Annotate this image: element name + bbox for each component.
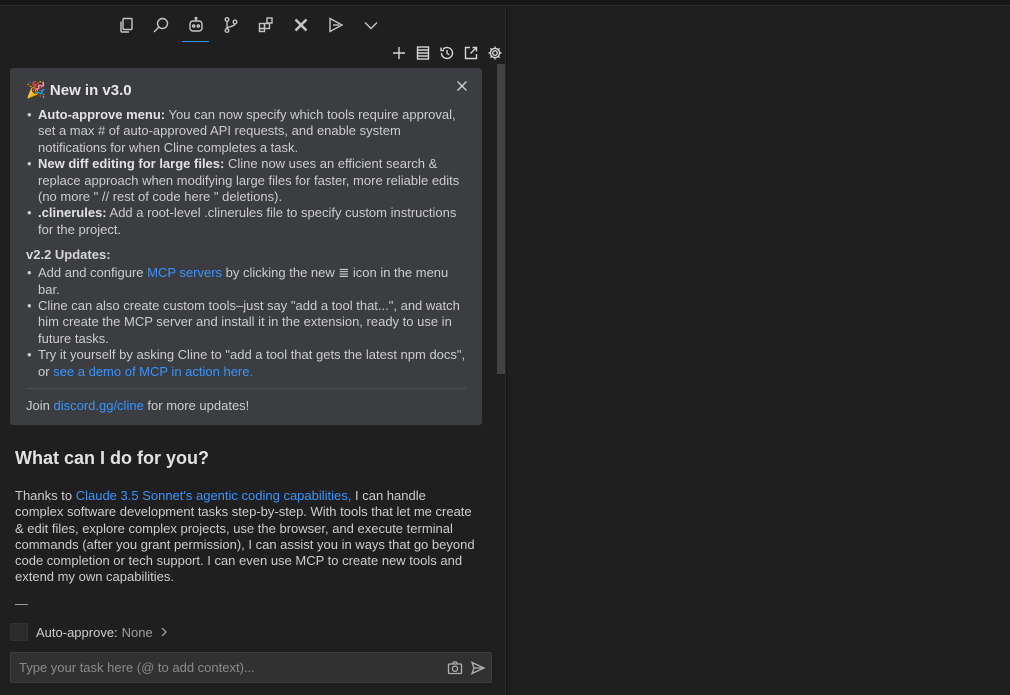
task-input-box [10, 652, 492, 683]
join-pre: Join [26, 398, 54, 414]
source-control-icon[interactable] [213, 8, 248, 42]
list-item: Cline can also create custom tools–just … [26, 298, 466, 347]
item-heading: Auto-approve menu: [38, 107, 166, 122]
party-popper-icon: 🎉 [26, 82, 46, 99]
close-extension-icon[interactable] [283, 8, 318, 42]
list-item: New diff editing for large files: Cline … [26, 156, 466, 205]
settings-icon[interactable] [485, 44, 504, 63]
welcome-title: What can I do for you? [15, 448, 209, 468]
extensions-icon[interactable] [248, 8, 283, 42]
join-text: Join discord.gg/cline for more updates! [26, 389, 466, 414]
announcement-title: 🎉 New in v3.0 [26, 80, 466, 100]
list-item: Try it yourself by asking Cline to "add … [26, 347, 466, 380]
send-icon[interactable] [468, 658, 488, 678]
discord-link[interactable]: discord.gg/cline [53, 398, 143, 413]
auto-approve-checkbox[interactable] [10, 623, 28, 641]
updates-list: Add and configure MCP servers by clickin… [26, 265, 466, 380]
new-task-icon[interactable] [389, 44, 408, 63]
search-icon[interactable] [143, 8, 178, 42]
list-item: .clinerules: Add a root-level .clinerule… [26, 205, 466, 238]
updates-subhead: v2.2 Updates: [26, 247, 111, 263]
task-input[interactable] [19, 660, 445, 675]
welcome-text-pre: Thanks to [15, 488, 76, 503]
list-item: Add and configure MCP servers by clickin… [26, 265, 466, 298]
cline-sidebar: 🎉 New in v3.0 Auto-approve menu: You can… [0, 6, 506, 695]
cline-toolbar [389, 42, 504, 64]
popout-icon[interactable] [461, 44, 480, 63]
announcement-title-text: New in v3.0 [49, 81, 132, 99]
more-chevron-icon[interactable] [353, 8, 388, 42]
camera-icon[interactable] [445, 658, 465, 678]
join-post: for more updates! [143, 398, 250, 414]
claude-capabilities-link[interactable]: Claude 3.5 Sonnet's agentic coding capab… [76, 488, 352, 503]
announcement-list: Auto-approve menu: You can now specify w… [26, 107, 466, 238]
chevron-right-icon[interactable] [159, 626, 169, 638]
run-debug-icon[interactable] [318, 8, 353, 42]
mcp-demo-link[interactable]: see a demo of MCP in action here. [53, 364, 253, 379]
explorer-icon[interactable] [108, 8, 143, 42]
announcement-card: 🎉 New in v3.0 Auto-approve menu: You can… [10, 68, 482, 425]
divider [15, 604, 28, 605]
close-announcement-button[interactable] [455, 79, 469, 93]
item-text: Cline can also create custom tools–just … [38, 298, 460, 346]
editor-area [507, 6, 1010, 695]
close-icon [457, 81, 467, 91]
list-item: Auto-approve menu: You can now specify w… [26, 107, 466, 156]
auto-approve-value: None [121, 624, 153, 640]
auto-approve-row[interactable]: Auto-approve: None [10, 623, 169, 641]
mcp-servers-icon[interactable] [413, 44, 432, 63]
welcome-text: Thanks to Claude 3.5 Sonnet's agentic co… [15, 488, 477, 586]
auto-approve-label: Auto-approve: [36, 624, 118, 640]
mcp-servers-link[interactable]: MCP servers [147, 265, 222, 280]
item-text: Add and configure [38, 265, 148, 281]
history-icon[interactable] [437, 44, 456, 63]
item-heading: New diff editing for large files: [38, 156, 225, 172]
activity-bar [108, 8, 388, 42]
cline-icon[interactable] [178, 8, 213, 42]
item-heading: .clinerules: [38, 205, 107, 221]
